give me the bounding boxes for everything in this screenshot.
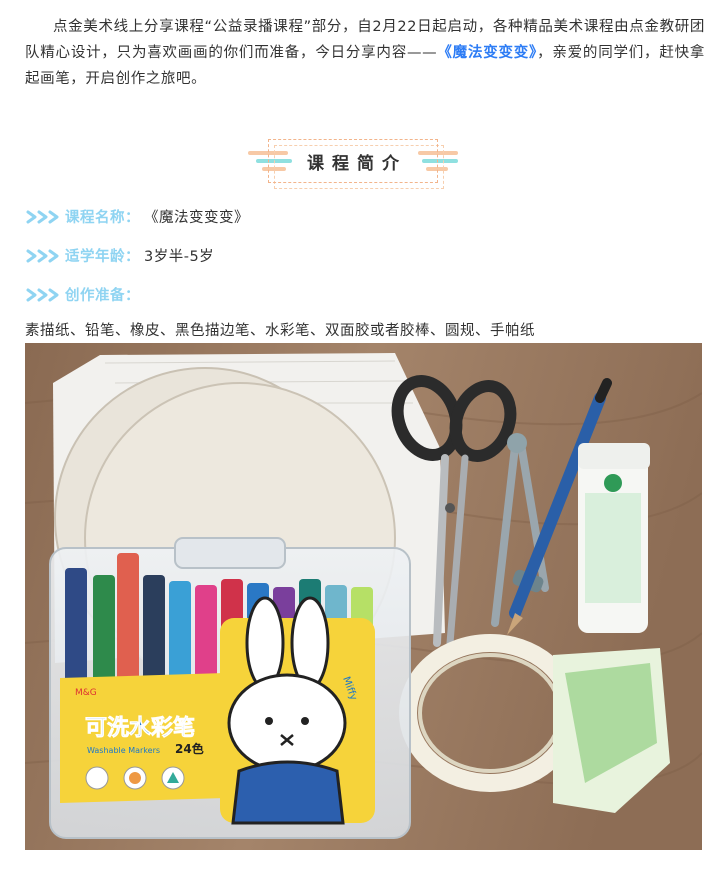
course-title-highlight: 《魔法变变变》 <box>437 45 538 61</box>
triple-arrow-icon <box>25 210 63 224</box>
materials-photo-illustration: M&G 可洗水彩笔 Washable Markers 24色 Miffy <box>25 343 702 850</box>
materials-photo: M&G 可洗水彩笔 Washable Markers 24色 Miffy <box>25 343 702 850</box>
triple-arrow-icon <box>25 288 63 302</box>
triple-arrow-icon <box>25 249 63 263</box>
intro-paragraph: 点金美术线上分享课程“公益录播课程”部分，自2月22日起启动，各种精品美术课程由… <box>25 14 705 92</box>
section-title: 课程简介 <box>299 148 407 174</box>
course-name-label: 课程名称： <box>65 210 140 226</box>
svg-text:M&G: M&G <box>75 688 97 698</box>
course-name-row: 课程名称： 《魔法变变变》 <box>25 206 249 227</box>
age-label: 适学年龄： <box>65 249 140 265</box>
svg-text:24色: 24色 <box>175 741 204 756</box>
section-header: 课程简介 <box>248 135 462 191</box>
age-value: 3岁半-5岁 <box>144 249 215 265</box>
prep-label: 创作准备： <box>65 288 140 304</box>
materials-list: 素描纸、铅笔、橡皮、黑色描边笔、水彩笔、双面胶或者胶棒、圆规、手帕纸 <box>25 323 535 339</box>
svg-text:Washable Markers: Washable Markers <box>87 746 160 755</box>
section-box: 课程简介 <box>268 139 438 183</box>
prep-row: 创作准备： <box>25 284 140 305</box>
svg-text:可洗水彩笔: 可洗水彩笔 <box>85 715 195 741</box>
course-name-value: 《魔法变变变》 <box>144 210 249 226</box>
age-row: 适学年龄： 3岁半-5岁 <box>25 245 214 266</box>
